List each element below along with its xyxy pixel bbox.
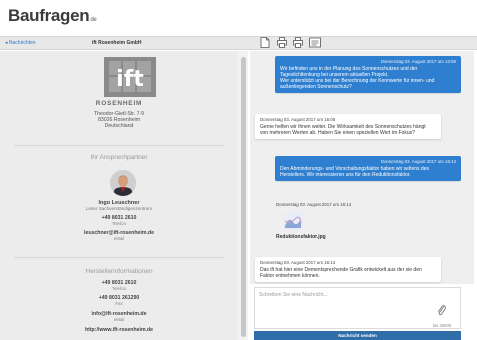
manufacturer-email-label: eMail xyxy=(113,317,125,322)
message-incoming: Donnerstag 03. August 2017 um 16:13 Den … xyxy=(275,156,461,181)
logo-text: ift xyxy=(116,67,144,92)
list-icon[interactable] xyxy=(309,37,321,48)
app-window: Baufragende ◂ Nachrichten ift Rosenheim … xyxy=(0,0,477,340)
manufacturer-phone-label: Telefon xyxy=(111,286,127,291)
contact-role: Leiter Sachverständigenzentrum xyxy=(85,206,153,211)
manufacturer-section-title: Herstellerinformationen xyxy=(85,268,153,275)
message-timestamp: Donnerstag 03. August 2017 um 16:06 xyxy=(260,117,336,122)
message-timestamp: Donnerstag 03. August 2017 um 16:13 xyxy=(380,159,456,164)
contact-phone-label: Telefon xyxy=(111,221,127,226)
message-input[interactable]: Schreiben Sie eine Nachricht... bis 2500… xyxy=(254,287,461,329)
message-outgoing: Donnerstag 03. August 2017 um 16:06 Gern… xyxy=(255,114,441,139)
paperclip-icon[interactable] xyxy=(436,304,446,316)
manufacturer-fax-label: Fax xyxy=(115,301,123,306)
person-icon xyxy=(110,170,136,196)
profile-scrollbar-thumb[interactable] xyxy=(241,57,246,337)
contact-section-title: Ihr Ansprechpartner xyxy=(90,154,148,161)
ift-logo: ift xyxy=(104,57,156,97)
manufacturer-website[interactable]: http://www.ift-rosenheim.de xyxy=(0,327,238,333)
divider xyxy=(14,145,224,146)
image-thumbnail-icon[interactable] xyxy=(283,212,303,230)
message-timestamp: Donnerstag 03. August 2017 um 16:14 xyxy=(260,260,336,265)
logo-subtext: ROSENHEIM xyxy=(95,100,143,107)
message-incoming: Donnerstag 03. August 2017 um 13:59 Wir … xyxy=(275,56,461,93)
address-line-3: Deutschland xyxy=(104,123,134,129)
message-timestamp: Donnerstag 03. August 2017 um 13:59 xyxy=(380,59,456,64)
chat-toolbar xyxy=(248,36,477,51)
print-icon[interactable] xyxy=(293,37,303,48)
message-text-line: Herstellers. Wir interessieren uns für d… xyxy=(280,172,411,178)
message-timestamp: Donnerstag 03. August 2017 um 16:14 xyxy=(276,202,352,207)
app-logo[interactable]: Baufragende xyxy=(8,6,97,26)
divider xyxy=(14,257,224,258)
logo-text: Baufragen xyxy=(8,6,90,25)
company-name: ift Rosenheim GmbH xyxy=(92,40,142,46)
message-text-line: von mehreren Werten ab. Haben Sie einen … xyxy=(260,130,415,136)
message-text-line: Faktor entnehmen können. xyxy=(260,273,320,279)
attachment-filename[interactable]: Reduktionsfaktor.jpg xyxy=(276,234,326,240)
document-icon[interactable] xyxy=(260,37,270,48)
message-input-placeholder: Schreiben Sie eine Nachricht... xyxy=(259,292,328,298)
character-counter: bis 25000 xyxy=(433,323,452,328)
attachment-message: Donnerstag 03. August 2017 um 16:14 xyxy=(276,202,351,209)
contact-avatar xyxy=(110,170,136,196)
contact-email-label: eMail xyxy=(113,236,125,241)
print-icon[interactable] xyxy=(277,37,287,48)
back-to-messages-link[interactable]: ◂ Nachrichten xyxy=(5,40,36,46)
send-message-button[interactable]: Nachricht senden xyxy=(254,331,461,340)
logo-suffix: de xyxy=(90,17,97,23)
message-text-line: außenliegenden Sonnenschutz? xyxy=(280,84,352,90)
message-outgoing: Donnerstag 03. August 2017 um 16:14 Das … xyxy=(255,257,441,282)
